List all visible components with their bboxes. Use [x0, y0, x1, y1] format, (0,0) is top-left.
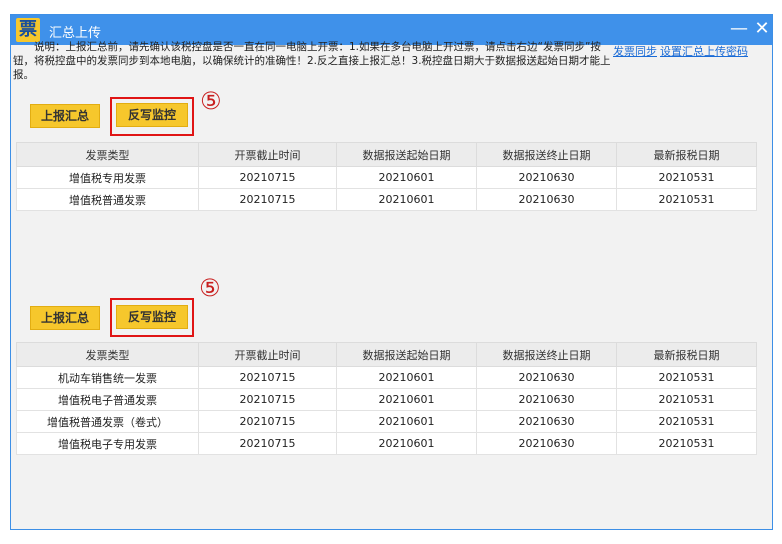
window-title: 汇总上传 [49, 26, 102, 41]
table-cell: 20210531 [616, 188, 757, 211]
set-upload-password-link[interactable]: 设置汇总上传密码 [660, 43, 748, 59]
table-cell: 20210715 [198, 388, 337, 411]
table-row[interactable]: 机动车销售统一发票 20210715 20210601 20210630 202… [16, 366, 757, 389]
table-cell: 20210531 [616, 432, 757, 455]
report-summary-button-1[interactable]: 上报汇总 [30, 104, 100, 128]
table-cell: 增值税普通发票（卷式） [16, 410, 199, 433]
column-header: 数据报送起始日期 [336, 342, 477, 367]
step-marker-2: ⑤ [199, 274, 221, 302]
invoice-table-2: 发票类型 开票截止时间 数据报送起始日期 数据报送终止日期 最新报税日期 机动车… [16, 342, 757, 455]
column-header: 开票截止时间 [198, 142, 337, 167]
report-summary-button-2[interactable]: 上报汇总 [30, 306, 100, 330]
table-cell: 20210601 [336, 432, 477, 455]
table-cell: 20210630 [476, 166, 617, 189]
minimize-button[interactable]: — [727, 17, 751, 41]
invoice-app-icon: 票 [16, 18, 40, 42]
table-cell: 机动车销售统一发票 [16, 366, 199, 389]
table-row[interactable]: 增值税专用发票 20210715 20210601 20210630 20210… [16, 166, 757, 189]
table-cell: 20210715 [198, 432, 337, 455]
table-cell: 20210630 [476, 432, 617, 455]
table-cell: 20210630 [476, 366, 617, 389]
table-row[interactable]: 增值税电子普通发票 20210715 20210601 20210630 202… [16, 388, 757, 411]
table-cell: 20210531 [616, 366, 757, 389]
table-cell: 增值税电子专用发票 [16, 432, 199, 455]
table-cell: 20210715 [198, 188, 337, 211]
column-header: 发票类型 [16, 142, 199, 167]
table-header-row: 发票类型 开票截止时间 数据报送起始日期 数据报送终止日期 最新报税日期 [16, 142, 757, 167]
table-cell: 增值税电子普通发票 [16, 388, 199, 411]
table-cell: 20210715 [198, 366, 337, 389]
table-cell: 20210601 [336, 410, 477, 433]
table-cell: 20210601 [336, 366, 477, 389]
table-cell: 20210630 [476, 188, 617, 211]
column-header: 最新报税日期 [616, 342, 757, 367]
table-cell: 20210531 [616, 166, 757, 189]
column-header: 数据报送终止日期 [476, 142, 617, 167]
table-cell: 增值税普通发票 [16, 188, 199, 211]
column-header: 数据报送终止日期 [476, 342, 617, 367]
table-cell: 20210531 [616, 410, 757, 433]
column-header: 开票截止时间 [198, 342, 337, 367]
step-marker-1: ⑤ [200, 87, 222, 115]
instructions-text: 说明：上报汇总前，请先确认该税控盘是否一直在同一电脑上开票：1.如果在多台电脑上… [13, 40, 613, 82]
table-cell: 20210630 [476, 410, 617, 433]
table-header-row: 发票类型 开票截止时间 数据报送起始日期 数据报送终止日期 最新报税日期 [16, 342, 757, 367]
writeback-monitor-button-1[interactable]: 反写监控 [116, 103, 188, 127]
table-cell: 20210601 [336, 188, 477, 211]
table-cell: 20210715 [198, 410, 337, 433]
table-cell: 20210601 [336, 388, 477, 411]
column-header: 最新报税日期 [616, 142, 757, 167]
table-cell: 20210601 [336, 166, 477, 189]
table-row[interactable]: 增值税普通发票（卷式） 20210715 20210601 20210630 2… [16, 410, 757, 433]
table-row[interactable]: 增值税普通发票 20210715 20210601 20210630 20210… [16, 188, 757, 211]
table-cell: 增值税专用发票 [16, 166, 199, 189]
instructions-line-1: 说明：上报汇总前，请先确认该税控盘是否一直在同一电脑上开票：1.如果在多台电脑上… [34, 41, 575, 53]
invoice-table-1: 发票类型 开票截止时间 数据报送起始日期 数据报送终止日期 最新报税日期 增值税… [16, 142, 757, 211]
table-cell: 20210630 [476, 388, 617, 411]
column-header: 发票类型 [16, 342, 199, 367]
table-cell: 20210715 [198, 166, 337, 189]
table-row[interactable]: 增值税电子专用发票 20210715 20210601 20210630 202… [16, 432, 757, 455]
close-button[interactable]: ✕ [750, 17, 774, 41]
table-cell: 20210531 [616, 388, 757, 411]
writeback-monitor-button-2[interactable]: 反写监控 [116, 305, 188, 329]
column-header: 数据报送起始日期 [336, 142, 477, 167]
invoice-sync-link[interactable]: 发票同步 [613, 43, 657, 59]
